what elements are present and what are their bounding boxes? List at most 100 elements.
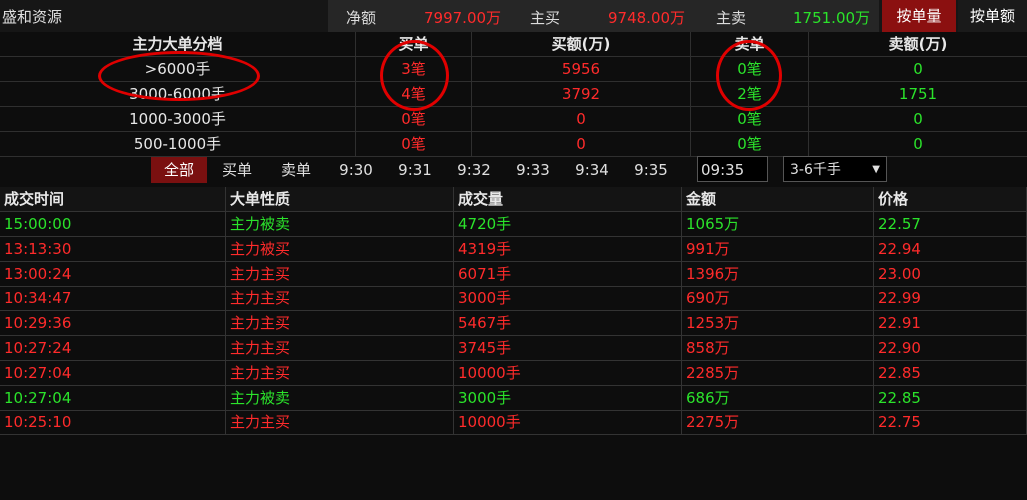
table-row[interactable]: 10:27:24 主力主买 3745手 858万 22.90 bbox=[0, 336, 1027, 361]
trade-price: 22.99 bbox=[874, 286, 1027, 311]
header-tier: 主力大单分档 bbox=[0, 32, 356, 56]
trade-time: 10:27:24 bbox=[0, 336, 226, 360]
table-row[interactable]: 10:27:04 主力主买 10000手 2285万 22.85 bbox=[0, 360, 1027, 386]
tab-time-0934[interactable]: 9:34 bbox=[567, 157, 617, 183]
trade-time: 10:34:47 bbox=[0, 286, 226, 311]
trade-price: 22.85 bbox=[874, 385, 1027, 410]
table-row[interactable]: 15:00:00 主力被卖 4720手 1065万 22.57 bbox=[0, 212, 1027, 237]
trade-volume: 4720手 bbox=[454, 212, 682, 236]
main-sell-value: 1751.00万 bbox=[793, 9, 871, 27]
trade-amount: 2285万 bbox=[682, 360, 874, 385]
trade-amount: 1065万 bbox=[682, 212, 874, 236]
trade-amount: 858万 bbox=[682, 336, 874, 360]
trade-type: 主力主买 bbox=[226, 360, 454, 385]
buy-count: 4笔 bbox=[356, 82, 472, 106]
sell-amount: 0 bbox=[809, 132, 1027, 156]
main-sell-label: 主卖 bbox=[716, 9, 747, 27]
trade-time: 13:00:24 bbox=[0, 261, 226, 286]
trade-time: 10:25:10 bbox=[0, 410, 226, 435]
trade-time: 10:27:04 bbox=[0, 360, 226, 385]
by-volume-button[interactable]: 按单量 bbox=[882, 0, 956, 32]
size-tier-row: 1000-3000手 0笔 0 0笔 0 bbox=[0, 107, 1027, 132]
buy-amount: 3792 bbox=[472, 82, 691, 106]
trade-type: 主力被买 bbox=[226, 236, 454, 261]
tab-time-0930[interactable]: 9:30 bbox=[331, 157, 381, 183]
main-buy-value: 9748.00万 bbox=[608, 9, 686, 27]
sell-count: 0笔 bbox=[691, 57, 809, 81]
trade-time: 15:00:00 bbox=[0, 212, 226, 236]
tier-label: >6000手 bbox=[0, 57, 356, 81]
trade-volume: 5467手 bbox=[454, 311, 682, 336]
tier-label: 3000-6000手 bbox=[0, 82, 356, 106]
header-sell-amount: 卖额(万) bbox=[809, 32, 1027, 56]
tier-label: 500-1000手 bbox=[0, 132, 356, 156]
trade-volume: 4319手 bbox=[454, 236, 682, 261]
summary-block: 净额 7997.00万 主买 9748.00万 主卖 1751.00万 bbox=[328, 0, 879, 32]
buy-count: 0笔 bbox=[356, 132, 472, 156]
buy-amount: 0 bbox=[472, 107, 691, 131]
trade-volume: 3000手 bbox=[454, 385, 682, 410]
net-value: 7997.00万 bbox=[424, 9, 502, 27]
sell-amount: 0 bbox=[809, 107, 1027, 131]
trade-price: 22.85 bbox=[874, 360, 1027, 385]
header-time: 成交时间 bbox=[0, 187, 226, 211]
table-row[interactable]: 13:13:30 主力被买 4319手 991万 22.94 bbox=[0, 236, 1027, 262]
table-row[interactable]: 10:29:36 主力主买 5467手 1253万 22.91 bbox=[0, 311, 1027, 337]
table-row[interactable]: 10:27:04 主力被卖 3000手 686万 22.85 bbox=[0, 385, 1027, 411]
size-tier-row: 500-1000手 0笔 0 0笔 0 bbox=[0, 132, 1027, 157]
trade-type: 主力主买 bbox=[226, 286, 454, 311]
range-select[interactable]: 3-6千手 ▼ bbox=[783, 156, 887, 182]
trade-type: 主力主买 bbox=[226, 311, 454, 336]
trade-volume: 3745手 bbox=[454, 336, 682, 360]
buy-amount: 5956 bbox=[472, 57, 691, 81]
trade-amount: 991万 bbox=[682, 236, 874, 261]
trade-type: 主力被卖 bbox=[226, 385, 454, 410]
tab-time-0933[interactable]: 9:33 bbox=[508, 157, 558, 183]
sell-amount: 0 bbox=[809, 57, 1027, 81]
buy-count: 3笔 bbox=[356, 57, 472, 81]
tab-buy-orders[interactable]: 买单 bbox=[212, 157, 262, 183]
tab-sell-orders[interactable]: 卖单 bbox=[271, 157, 321, 183]
trade-volume: 6071手 bbox=[454, 261, 682, 286]
trade-amount: 1396万 bbox=[682, 261, 874, 286]
tab-time-0932[interactable]: 9:32 bbox=[449, 157, 499, 183]
trade-amount: 686万 bbox=[682, 385, 874, 410]
trade-price: 22.90 bbox=[874, 336, 1027, 360]
net-label: 净额 bbox=[346, 9, 377, 27]
buy-amount: 0 bbox=[472, 132, 691, 156]
trade-volume: 10000手 bbox=[454, 410, 682, 435]
trade-type: 主力主买 bbox=[226, 261, 454, 286]
header-type: 大单性质 bbox=[226, 187, 454, 211]
tab-all[interactable]: 全部 bbox=[151, 157, 207, 183]
trade-type: 主力被卖 bbox=[226, 212, 454, 236]
trade-price: 22.57 bbox=[874, 212, 1027, 236]
by-amount-button[interactable]: 按单额 bbox=[958, 0, 1027, 32]
header-amount: 金额 bbox=[682, 187, 874, 211]
time-input[interactable]: 09:35 bbox=[697, 156, 768, 182]
size-tier-row: 3000-6000手 4笔 3792 2笔 1751 bbox=[0, 82, 1027, 107]
tab-time-0935[interactable]: 9:35 bbox=[626, 157, 676, 183]
filter-bar: 全部 买单 卖单 9:30 9:31 9:32 9:33 9:34 9:35 0… bbox=[0, 155, 1027, 185]
trade-price: 23.00 bbox=[874, 261, 1027, 286]
trade-time: 10:29:36 bbox=[0, 311, 226, 336]
trade-price: 22.75 bbox=[874, 410, 1027, 435]
trade-price: 22.94 bbox=[874, 236, 1027, 261]
header-buy-count: 买单 bbox=[356, 32, 472, 56]
trade-volume: 10000手 bbox=[454, 360, 682, 385]
header-sell-count: 卖单 bbox=[691, 32, 809, 56]
trade-time: 10:27:04 bbox=[0, 385, 226, 410]
tab-time-0931[interactable]: 9:31 bbox=[390, 157, 440, 183]
trade-amount: 1253万 bbox=[682, 311, 874, 336]
trade-amount: 690万 bbox=[682, 286, 874, 311]
range-select-value: 3-6千手 bbox=[790, 162, 841, 178]
tier-label: 1000-3000手 bbox=[0, 107, 356, 131]
sell-count: 0笔 bbox=[691, 132, 809, 156]
trade-volume: 3000手 bbox=[454, 286, 682, 311]
size-tier-row: >6000手 3笔 5956 0笔 0 bbox=[0, 57, 1027, 82]
table-row[interactable]: 10:25:10 主力主买 10000手 2275万 22.75 bbox=[0, 410, 1027, 436]
sell-count: 0笔 bbox=[691, 107, 809, 131]
sell-amount: 1751 bbox=[809, 82, 1027, 106]
table-row[interactable]: 13:00:24 主力主买 6071手 1396万 23.00 bbox=[0, 261, 1027, 287]
table-row[interactable]: 10:34:47 主力主买 3000手 690万 22.99 bbox=[0, 286, 1027, 312]
main-buy-label: 主买 bbox=[530, 9, 561, 27]
